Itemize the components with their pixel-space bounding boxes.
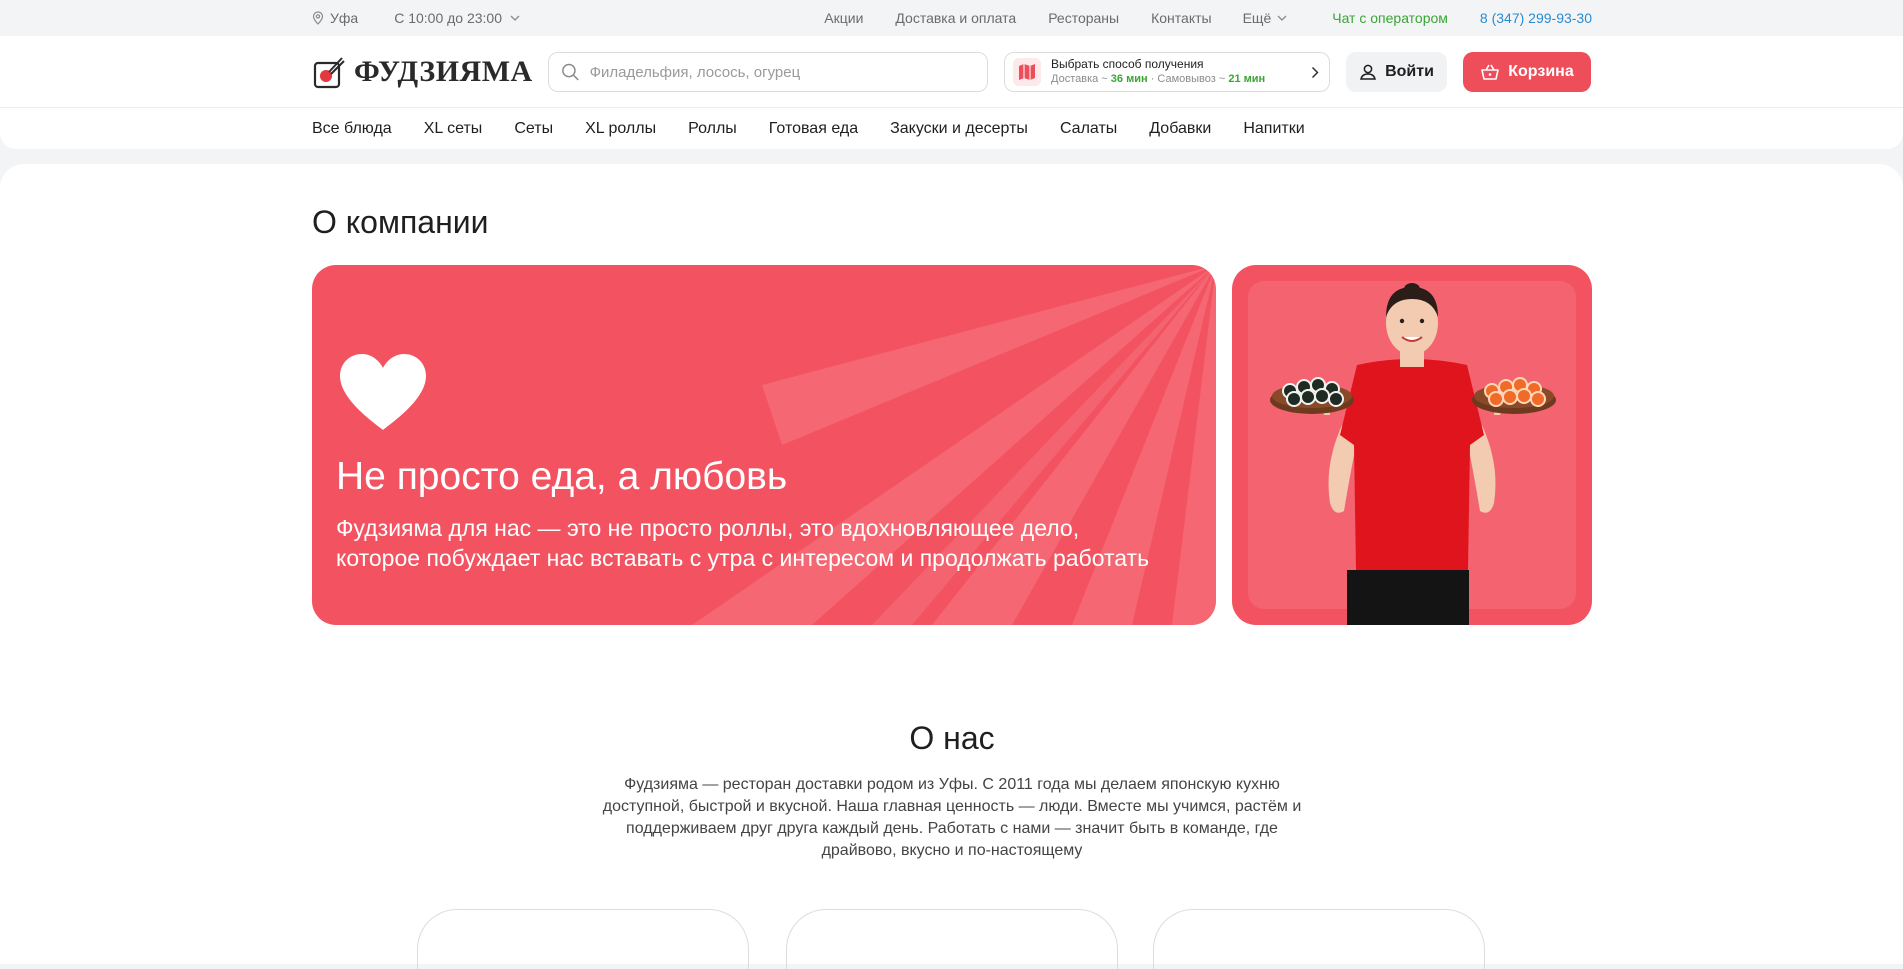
pickup-time: 21 мин: [1228, 73, 1266, 85]
link-delivery-payment[interactable]: Доставка и оплата: [895, 10, 1016, 26]
main-header: ФУДЗИЯМА Выбрать способ получения Достав…: [0, 36, 1903, 108]
category-drinks[interactable]: Напитки: [1243, 120, 1304, 138]
chevron-down-icon: [1277, 15, 1287, 21]
cart-button[interactable]: Корзина: [1463, 52, 1591, 92]
location-pin-icon: [312, 11, 324, 25]
category-sets[interactable]: Сеты: [514, 120, 553, 138]
link-contacts[interactable]: Контакты: [1151, 10, 1211, 26]
heart-icon: [340, 354, 426, 430]
about-title: О нас: [909, 720, 995, 756]
feature-card: [786, 909, 1118, 969]
link-restaurants[interactable]: Рестораны: [1048, 10, 1119, 26]
user-icon: [1360, 64, 1377, 80]
category-xl-rolls[interactable]: XL роллы: [585, 120, 656, 138]
more-label: Ещё: [1242, 10, 1272, 26]
category-nav: Все блюда XL сеты Сеты XL роллы Роллы Го…: [0, 108, 1903, 149]
main-content: О компании Не просто еда, а любовь Фудзи…: [0, 164, 1903, 969]
chevron-down-icon: [510, 15, 520, 21]
logo-text: ФУДЗИЯМА: [354, 55, 533, 88]
feature-card: [1153, 909, 1485, 969]
hours-selector[interactable]: С 10:00 до 23:00: [394, 10, 520, 26]
cart-label: Корзина: [1508, 63, 1574, 80]
about-text: Фудзияма — ресторан доставки родом из Уф…: [602, 776, 1302, 859]
chevron-right-icon: [1311, 66, 1319, 78]
city-selector[interactable]: Уфа: [312, 10, 358, 26]
login-button[interactable]: Войти: [1346, 52, 1447, 92]
phone-link[interactable]: 8 (347) 299-93-30: [1480, 10, 1592, 26]
category-xl-sets[interactable]: XL сеты: [424, 120, 483, 138]
link-promotions[interactable]: Акции: [824, 10, 863, 26]
hero-title: Не просто еда, а любовь: [336, 455, 788, 498]
search-input[interactable]: [589, 63, 975, 81]
hours-label: С 10:00 до 23:00: [394, 10, 503, 26]
login-label: Войти: [1385, 63, 1434, 80]
basket-icon: [1481, 64, 1500, 80]
page-title: О компании: [312, 204, 489, 240]
chat-operator-link[interactable]: Чат с оператором: [1332, 10, 1448, 26]
hero-text: Фудзияма для нас — это не просто роллы, …: [336, 515, 1150, 571]
category-rolls[interactable]: Роллы: [688, 120, 737, 138]
city-label: Уфа: [330, 10, 359, 26]
feature-card: [417, 909, 749, 969]
top-info-bar: Уфа С 10:00 до 23:00 Акции Доставка и оп…: [0, 0, 1903, 36]
delivery-time: 36 мин: [1110, 73, 1148, 85]
delivery-title: Выбрать способ получения: [1051, 57, 1204, 71]
hero-banner: Не просто еда, а любовь Фудзияма для нас…: [312, 265, 1216, 625]
staff-photo-card: [1232, 265, 1592, 625]
delivery-times: Доставка ~ 36 мин · Самовывоз ~ 21 мин: [1051, 72, 1311, 87]
category-salads[interactable]: Салаты: [1060, 120, 1117, 138]
woman-with-sushi-illustration: [1270, 283, 1556, 625]
category-extras[interactable]: Добавки: [1149, 120, 1211, 138]
category-snacks-desserts[interactable]: Закуски и десерты: [890, 120, 1028, 138]
more-menu[interactable]: Ещё: [1243, 10, 1288, 26]
category-ready-food[interactable]: Готовая еда: [769, 120, 858, 138]
delivery-label: Доставка ~: [1051, 73, 1108, 85]
pickup-label: · Самовывоз ~: [1150, 73, 1226, 85]
map-icon: [1013, 58, 1041, 86]
search-box[interactable]: [548, 52, 988, 92]
category-all[interactable]: Все блюда: [312, 120, 392, 138]
delivery-method-selector[interactable]: Выбрать способ получения Доставка ~ 36 м…: [1004, 52, 1330, 92]
logo[interactable]: ФУДЗИЯМА: [312, 55, 548, 89]
search-icon: [562, 63, 579, 81]
logo-mark-icon: [313, 57, 345, 89]
